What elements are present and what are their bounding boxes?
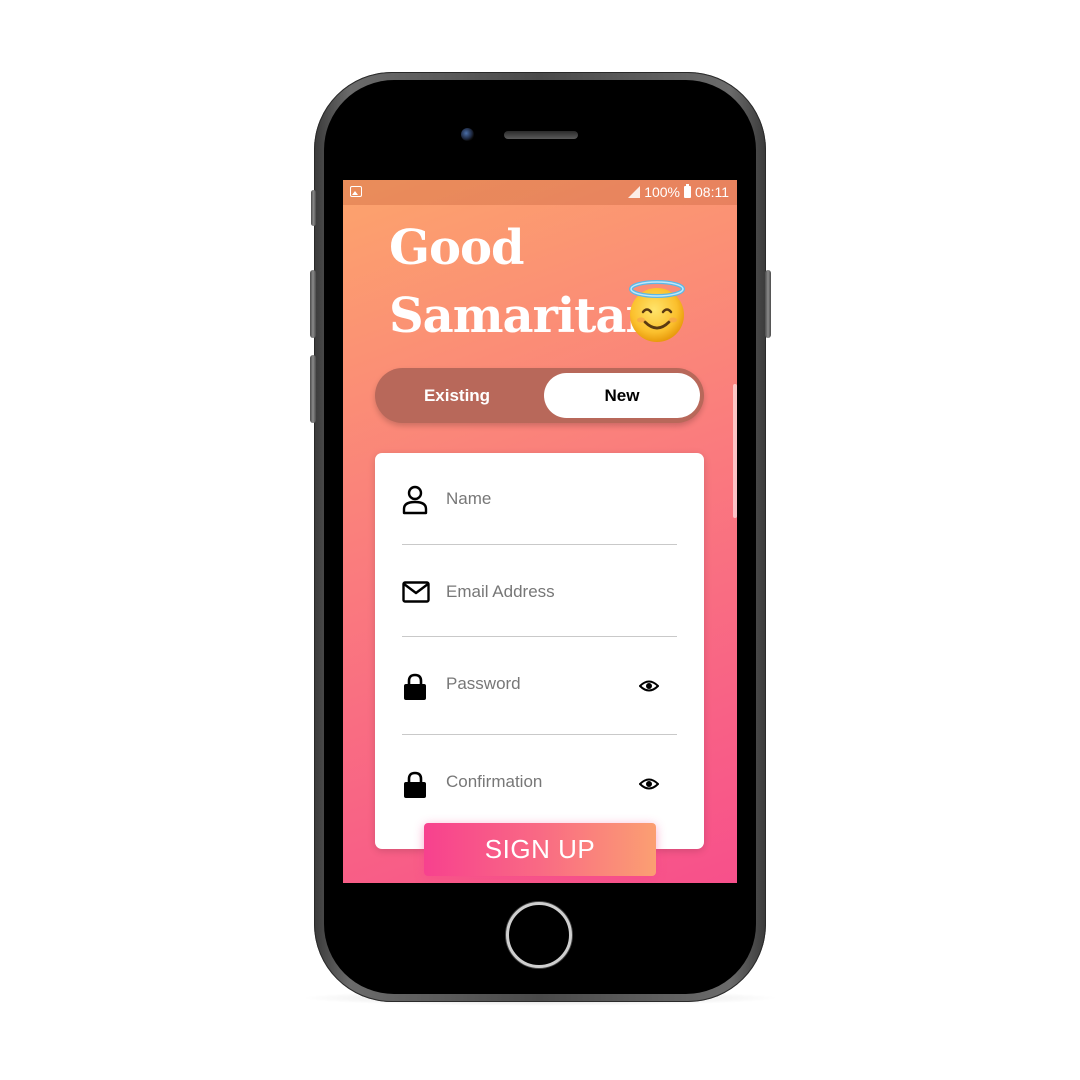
mail-icon [402, 581, 430, 603]
halo-emoji-icon [629, 280, 685, 342]
password-input[interactable]: Password [446, 674, 521, 694]
status-bar: 100% 08:11 [343, 180, 737, 205]
side-button-mute [311, 190, 316, 226]
name-underline [402, 544, 677, 545]
earpiece-speaker [504, 131, 578, 139]
signup-button[interactable]: SIGN UP [424, 823, 656, 876]
side-button-power [765, 270, 771, 338]
lock-icon [404, 771, 426, 798]
confirmation-input[interactable]: Confirmation [446, 772, 542, 792]
email-field[interactable]: Email Address [402, 573, 677, 637]
email-underline [402, 636, 677, 637]
signal-icon [628, 186, 641, 198]
eye-icon[interactable] [639, 777, 659, 791]
scroll-indicator [733, 384, 737, 518]
eye-icon[interactable] [639, 679, 659, 693]
side-button-volume-up [310, 270, 316, 338]
status-time: 08:11 [695, 184, 729, 200]
lock-icon [404, 673, 426, 700]
name-input[interactable]: Name [446, 489, 491, 509]
confirmation-field[interactable]: Confirmation [402, 763, 677, 823]
app-title-line2: Samaritan [389, 288, 660, 344]
tab-existing[interactable]: Existing [375, 368, 539, 423]
email-input[interactable]: Email Address [446, 582, 555, 602]
signup-form-card: Name Email Address Password Confirmation [375, 453, 704, 849]
status-right: 100% 08:11 [628, 184, 729, 200]
home-button[interactable] [506, 902, 572, 968]
tab-new[interactable]: New [544, 373, 700, 418]
battery-icon [684, 184, 691, 198]
app-title-line1: Good [389, 220, 525, 276]
app-screen: 100% 08:11 Good Samaritan Existing New N… [343, 180, 737, 883]
password-underline [402, 734, 677, 735]
front-camera [461, 128, 474, 141]
password-field[interactable]: Password [402, 665, 677, 735]
side-button-volume-down [310, 355, 316, 423]
account-type-toggle: Existing New [375, 368, 704, 423]
app-title: Good Samaritan [389, 214, 660, 350]
user-icon [402, 485, 428, 515]
image-icon [350, 186, 362, 197]
name-field[interactable]: Name [402, 481, 677, 545]
battery-percent: 100% [644, 184, 680, 200]
